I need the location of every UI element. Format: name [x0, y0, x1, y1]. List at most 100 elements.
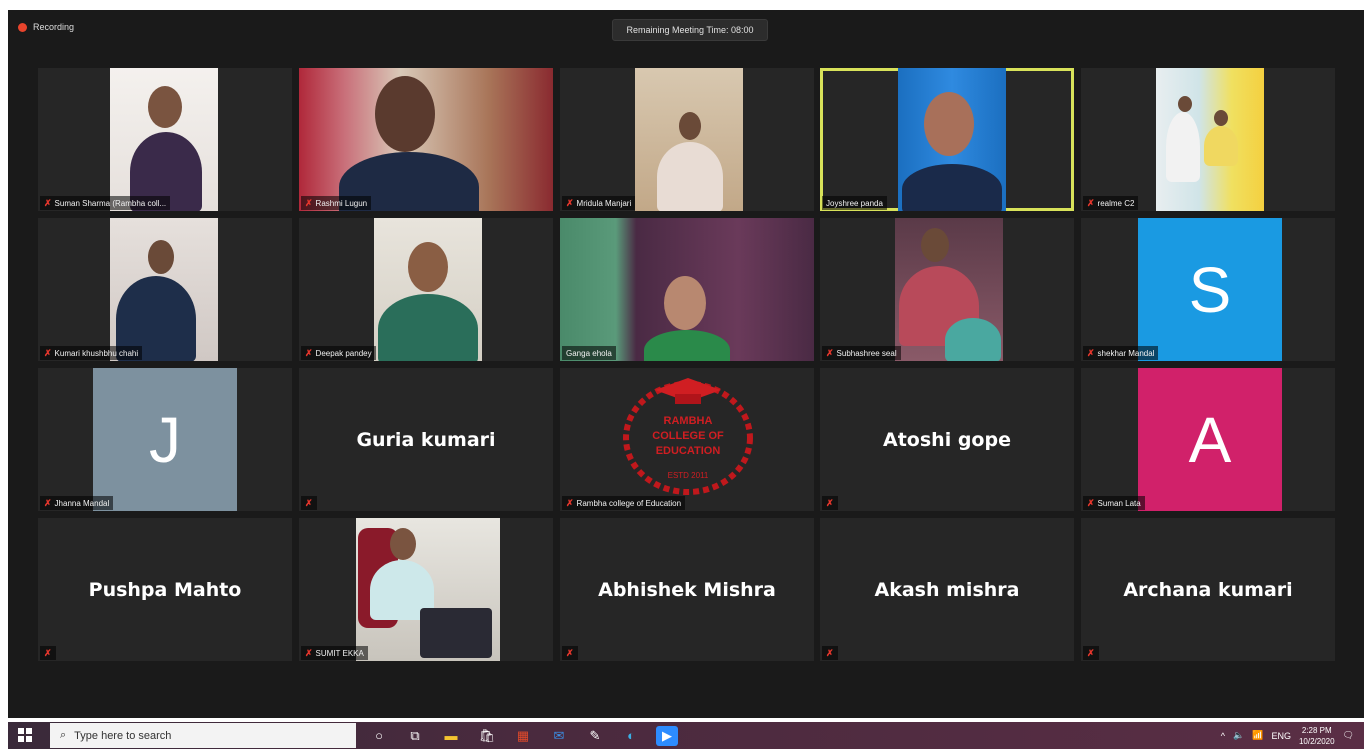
participant-video — [110, 218, 218, 361]
clock-time: 2:28 PM — [1301, 725, 1332, 735]
participant-nametag: Ganga ehola — [562, 346, 616, 360]
logo-text-line: RAMBHA — [664, 415, 713, 427]
participant-tile[interactable]: Ganga ehola — [560, 218, 814, 361]
meeting-topbar: Recording Remaining Meeting Time: 08:00 — [8, 10, 1364, 46]
participant-name: Mridula Manjari — [576, 198, 632, 208]
participant-tile[interactable]: ✗ Suman Sharma (Rambha coll... — [38, 68, 292, 211]
participant-tile[interactable]: ✗ realme C2 — [1081, 68, 1335, 211]
participant-video — [895, 218, 1003, 361]
logo-text-line: COLLEGE OF — [652, 430, 724, 442]
participant-tile[interactable]: Akash mishra ✗ — [820, 518, 1074, 661]
participant-nametag: ✗ Rashmi Lugun — [301, 196, 372, 210]
task-view-icon[interactable]: ⧉ — [404, 726, 426, 746]
participant-tile-active-speaker[interactable]: Joyshree panda — [820, 68, 1074, 211]
search-placeholder: Type here to search — [74, 729, 172, 742]
cortana-icon[interactable]: ○ — [368, 726, 390, 746]
volume-icon[interactable]: 🔈 — [1233, 730, 1244, 741]
participant-video — [374, 218, 482, 361]
participant-nametag: ✗ shekhar Mandal — [1083, 346, 1159, 360]
participant-name: Rashmi Lugun — [315, 198, 368, 208]
participant-video — [635, 68, 743, 211]
participant-tile[interactable]: ✗ Kumari khushbhu chahi — [38, 218, 292, 361]
participant-nametag: ✗ Rambha college of Education — [562, 496, 686, 510]
mic-muted-icon: ✗ — [44, 347, 52, 358]
participant-display-name: Pushpa Mahto — [88, 578, 242, 601]
participant-video — [560, 218, 814, 361]
notification-icon[interactable]: 🗨 — [1343, 730, 1354, 741]
participant-name: Kumari khushbhu chahi — [54, 348, 139, 358]
participant-display-name: Guria kumari — [356, 428, 496, 451]
participant-tile[interactable]: ✗ Deepak pandey — [299, 218, 553, 361]
participant-display-name: Abhishek Mishra — [598, 578, 776, 601]
participant-tile[interactable]: ✗ Subhashree seal — [820, 218, 1074, 361]
participant-tile[interactable]: ✗ SUMIT EKKA — [299, 518, 553, 661]
logo-text-line: ESTD 2011 — [668, 471, 709, 480]
participant-tile[interactable]: ✗ Mridula Manjari — [560, 68, 814, 211]
zoom-icon[interactable]: ▶ — [656, 725, 678, 746]
mic-muted-icon: ✗ — [305, 347, 313, 358]
participant-nametag: ✗ Suman Lata — [1083, 496, 1145, 510]
participant-tile[interactable]: Pushpa Mahto ✗ — [38, 518, 292, 661]
avatar-initial: A — [1188, 403, 1232, 476]
participant-tile[interactable]: S ✗ shekhar Mandal — [1081, 218, 1335, 361]
participant-video — [110, 68, 218, 211]
office-icon[interactable]: ▦ — [512, 726, 534, 746]
edge-icon[interactable]: ◐ — [620, 726, 642, 746]
mic-muted-icon: ✗ — [305, 197, 313, 208]
avatar-initial: S — [1188, 253, 1232, 326]
logo-text-line: EDUCATION — [656, 445, 721, 457]
participant-nametag: ✗ — [562, 646, 578, 660]
participant-name: Subhashree seal — [836, 348, 897, 358]
file-explorer-icon[interactable]: ▬ — [440, 726, 462, 746]
participant-nametag: ✗ — [301, 496, 317, 510]
mic-muted-icon: ✗ — [826, 347, 834, 358]
participant-tile[interactable]: ✗ Rashmi Lugun — [299, 68, 553, 211]
participant-name: Ganga ehola — [566, 348, 612, 358]
mic-muted-icon: ✗ — [44, 647, 52, 658]
network-icon[interactable]: 📶 — [1252, 730, 1263, 741]
participant-nametag: ✗ Mridula Manjari — [562, 196, 636, 210]
recording-dot-icon — [18, 22, 27, 32]
participant-video — [299, 68, 553, 211]
clock-date: 10/2/2020 — [1298, 736, 1335, 746]
language-indicator[interactable]: ENG — [1271, 731, 1291, 741]
taskbar-clock[interactable]: 2:28 PM 10/2/2020 — [1299, 725, 1335, 747]
recording-indicator[interactable]: Recording — [18, 22, 74, 32]
pen-icon[interactable]: ✎ — [584, 726, 606, 746]
participant-tile[interactable]: J ✗ Jhanna Mandal — [38, 368, 292, 511]
participant-nametag: ✗ Jhanna Mandal — [40, 496, 114, 510]
gallery-grid: ✗ Suman Sharma (Rambha coll... ✗ Rashmi Lu… — [38, 68, 1338, 662]
participant-tile[interactable]: Guria kumari ✗ — [299, 368, 553, 511]
participant-tile[interactable]: A ✗ Suman Lata — [1081, 368, 1335, 511]
windows-start-icon[interactable] — [18, 728, 32, 742]
mic-muted-icon: ✗ — [826, 647, 834, 658]
store-icon[interactable]: 🛍 — [476, 726, 498, 746]
mic-muted-icon: ✗ — [566, 497, 574, 508]
windows-taskbar: ⌕ Type here to search ○ ⧉ ▬ 🛍 ▦ ✉ ✎ ◐ ▶ … — [8, 722, 1364, 749]
mic-muted-icon: ✗ — [566, 197, 574, 208]
remaining-meeting-time: Remaining Meeting Time: 08:00 — [612, 19, 768, 41]
participant-video — [356, 518, 500, 661]
mic-muted-icon: ✗ — [305, 647, 313, 658]
participant-name: realme C2 — [1097, 198, 1135, 208]
mail-icon[interactable]: ✉ — [548, 726, 570, 746]
avatar-initial: J — [149, 403, 181, 476]
participant-name: Rambha college of Education — [576, 498, 682, 508]
participant-name: Suman Sharma (Rambha coll... — [54, 198, 167, 208]
participant-video — [1156, 68, 1264, 211]
chevron-up-icon[interactable]: ^ — [1221, 731, 1225, 741]
taskbar-pinned-apps: ○ ⧉ ▬ 🛍 ▦ ✉ ✎ ◐ ▶ — [368, 724, 678, 747]
mic-muted-icon: ✗ — [566, 647, 574, 658]
participant-tile[interactable]: RAMBHA COLLEGE OF EDUCATION ESTD 2011 ✗ R… — [560, 368, 814, 511]
participant-name: Deepak pandey — [315, 348, 372, 358]
zoom-meeting-window: Recording Remaining Meeting Time: 08:00 … — [8, 10, 1364, 718]
participant-tile[interactable]: Archana kumari ✗ — [1081, 518, 1335, 661]
mic-muted-icon: ✗ — [1087, 347, 1095, 358]
mic-muted-icon: ✗ — [1087, 647, 1095, 658]
participant-nametag: ✗ realme C2 — [1083, 196, 1139, 210]
participant-tile[interactable]: Atoshi gope ✗ — [820, 368, 1074, 511]
participant-tile[interactable]: Abhishek Mishra ✗ — [560, 518, 814, 661]
taskbar-search-input[interactable]: ⌕ Type here to search — [50, 723, 356, 748]
participant-display-name: Akash mishra — [874, 578, 1020, 601]
participant-nametag: ✗ Suman Sharma (Rambha coll... — [40, 196, 171, 210]
